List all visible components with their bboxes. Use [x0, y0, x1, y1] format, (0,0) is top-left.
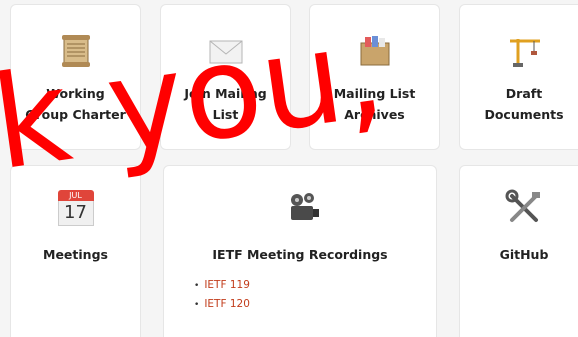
tools-icon: [505, 189, 540, 222]
recording-links: IETF 119 IETF 120: [194, 276, 250, 314]
card-title: Meetings: [43, 247, 108, 262]
calendar-day: 17: [57, 201, 94, 226]
card-title: Join Mailing List: [184, 86, 267, 122]
card-github[interactable]: GitHub: [459, 165, 578, 337]
card-join-mailing-list[interactable]: Join Mailing List: [160, 4, 291, 150]
card-title: Draft Documents: [484, 86, 564, 122]
card-title: GitHub: [499, 247, 549, 262]
recording-link-ietf-120[interactable]: IETF 120: [204, 298, 250, 310]
card-draft-documents[interactable]: Draft Documents: [459, 4, 578, 150]
file-cabinet-icon: [360, 36, 389, 66]
calendar-icon: JUL 17: [57, 190, 94, 226]
list-item: IETF 119: [194, 276, 250, 295]
construction-crane-icon: [510, 39, 540, 67]
card-title: Working Group Charter: [25, 86, 126, 122]
list-item: IETF 120: [194, 295, 250, 314]
card-meetings[interactable]: JUL 17 Meetings: [10, 165, 141, 337]
card-mailing-list-archives[interactable]: Mailing List Archives: [309, 4, 440, 150]
recording-link-ietf-119[interactable]: IETF 119: [204, 279, 250, 291]
card-ietf-meeting-recordings[interactable]: IETF Meeting Recordings IETF 119 IETF 12…: [163, 165, 437, 337]
card-title: IETF Meeting Recordings: [212, 247, 388, 262]
envelope-icon: [209, 40, 242, 64]
scroll-icon: [61, 35, 90, 67]
card-title: Mailing List Archives: [333, 86, 416, 122]
card-working-group-charter[interactable]: Working Group Charter: [10, 4, 141, 150]
film-projector-icon: [291, 193, 319, 220]
calendar-month: JUL: [57, 190, 94, 201]
